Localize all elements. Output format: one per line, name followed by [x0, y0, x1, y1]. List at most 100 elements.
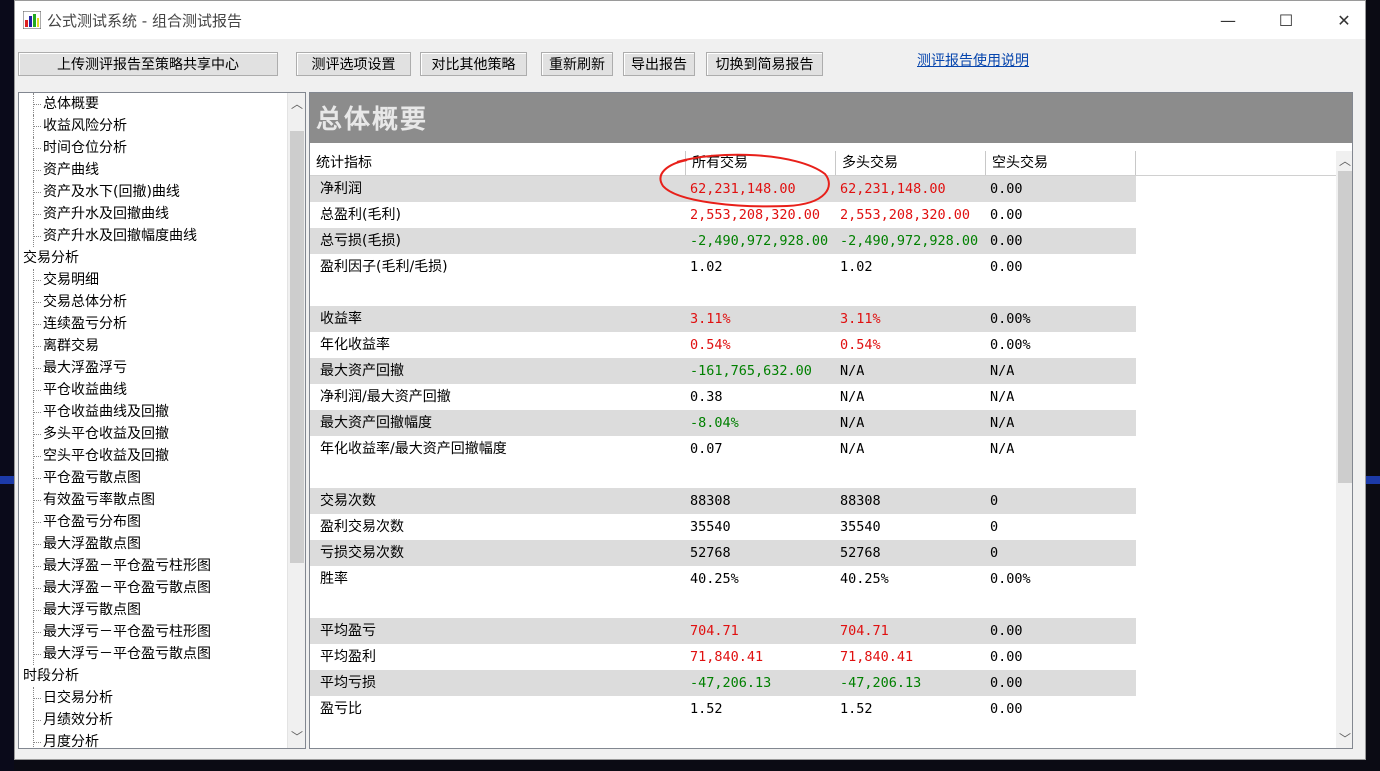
tree-item[interactable]: 资产及水下(回撤)曲线	[43, 181, 180, 203]
tree-connector	[33, 159, 34, 181]
desktop-background	[0, 0, 14, 771]
test-options-button[interactable]: 测评选项设置	[296, 52, 411, 76]
tree-item[interactable]: 离群交易	[43, 335, 99, 357]
scroll-down-icon[interactable]: ﹀	[288, 728, 305, 746]
all-trades-value: 1.02	[690, 259, 723, 275]
tree-connector	[33, 654, 41, 655]
tree-item[interactable]: 空头平仓收益及回撤	[43, 445, 169, 467]
table-row: 最大资产回撤幅度 -8.04% N/A N/A	[310, 410, 1136, 436]
tree-connector	[33, 500, 41, 501]
long-trades-value: 88308	[840, 493, 881, 509]
tree-item[interactable]: 交易分析	[23, 247, 79, 269]
short-trades-value: N/A	[990, 363, 1015, 379]
tree-connector	[33, 357, 34, 379]
table-row: 年化收益率 0.54% 0.54% 0.00%	[310, 332, 1136, 358]
switch-simple-report-button[interactable]: 切换到简易报告	[706, 52, 823, 76]
long-trades-value: N/A	[840, 415, 865, 431]
tree-item[interactable]: 月度分析	[43, 731, 99, 748]
tree-item[interactable]: 时段分析	[23, 665, 79, 687]
tree-item[interactable]: 交易总体分析	[43, 291, 127, 313]
tree-item[interactable]: 月绩效分析	[43, 709, 113, 731]
help-link[interactable]: 测评报告使用说明	[917, 50, 1029, 70]
tree-item[interactable]: 总体概要	[43, 93, 99, 115]
short-trades-value: 0.00	[990, 207, 1023, 223]
tree-connector	[33, 709, 34, 731]
tree-connector	[33, 269, 34, 291]
metric-label: 收益率	[320, 311, 362, 327]
tree-item[interactable]: 最大浮盈－平仓盈亏散点图	[43, 577, 211, 599]
tree-connector	[33, 423, 34, 445]
tree-scroll-thumb[interactable]	[290, 131, 304, 563]
tree-item[interactable]: 平仓收益曲线及回撤	[43, 401, 169, 423]
report-scrollbar[interactable]: ︿ ﹀	[1336, 151, 1352, 748]
tree-item[interactable]: 资产升水及回撤幅度曲线	[43, 225, 197, 247]
metric-label: 胜率	[320, 571, 348, 587]
tree-item[interactable]: 资产曲线	[43, 159, 99, 181]
tree-connector	[33, 324, 41, 325]
tree-scrollbar[interactable]: ︿ ﹀	[287, 93, 305, 748]
long-trades-value: N/A	[840, 441, 865, 457]
tree-item[interactable]: 多头平仓收益及回撤	[43, 423, 169, 445]
tree-item[interactable]: 最大浮亏散点图	[43, 599, 141, 621]
tree-item[interactable]: 最大浮盈－平仓盈亏柱形图	[43, 555, 211, 577]
refresh-button[interactable]: 重新刷新	[541, 52, 613, 76]
tree-item[interactable]: 收益风险分析	[43, 115, 127, 137]
tree-item[interactable]: 连续盈亏分析	[43, 313, 127, 335]
title-bar[interactable]: 公式测试系统 - 组合测试报告 — ☐ ✕	[15, 1, 1365, 39]
short-trades-value: 0.00	[990, 623, 1023, 639]
tree-connector	[33, 599, 34, 621]
upload-report-button[interactable]: 上传测评报告至策略共享中心	[18, 52, 278, 76]
tree-item[interactable]: 平仓盈亏分布图	[43, 511, 141, 533]
report-scroll-thumb[interactable]	[1338, 171, 1352, 483]
all-trades-value: 35540	[690, 519, 731, 535]
tree-connector	[33, 698, 41, 699]
tree-connector	[33, 489, 34, 511]
tree-item[interactable]: 有效盈亏率散点图	[43, 489, 155, 511]
table-row: 交易次数 88308 88308 0	[310, 488, 1136, 514]
tree-item[interactable]: 最大浮盈散点图	[43, 533, 141, 555]
all-trades-value: 0.38	[690, 389, 723, 405]
report-scroll-up-icon[interactable]: ︿	[1336, 152, 1352, 170]
header-short-trades[interactable]: 空头交易	[986, 151, 1136, 175]
tree-item[interactable]: 最大浮亏－平仓盈亏柱形图	[43, 621, 211, 643]
header-long-trades[interactable]: 多头交易	[836, 151, 986, 175]
table-row: 收益率 3.11% 3.11% 0.00%	[310, 306, 1136, 332]
short-trades-value: 0	[990, 545, 999, 561]
compare-strategies-button[interactable]: 对比其他策略	[420, 52, 527, 76]
tree-connector	[33, 467, 34, 489]
maximize-button[interactable]: ☐	[1263, 5, 1309, 35]
close-button[interactable]: ✕	[1321, 5, 1367, 35]
long-trades-value: N/A	[840, 363, 865, 379]
tree-item[interactable]: 时间仓位分析	[43, 137, 127, 159]
report-scroll-down-icon[interactable]: ﹀	[1336, 730, 1352, 748]
metric-label: 盈亏比	[320, 701, 362, 717]
tree-connector	[33, 742, 41, 743]
scroll-up-icon[interactable]: ︿	[288, 95, 305, 113]
tree-connector	[33, 643, 34, 665]
all-trades-value: 71,840.41	[690, 649, 764, 665]
metric-label: 年化收益率	[320, 337, 390, 353]
long-trades-value: 2,553,208,320.00	[840, 207, 971, 223]
long-trades-value: -2,490,972,928.00	[840, 233, 979, 249]
all-trades-value: 0.07	[690, 441, 723, 457]
all-trades-value: 0.54%	[690, 337, 731, 353]
minimize-button[interactable]: —	[1205, 5, 1251, 35]
tree-item[interactable]: 日交易分析	[43, 687, 113, 709]
tree-connector	[33, 621, 34, 643]
tree-item[interactable]: 资产升水及回撤曲线	[43, 203, 169, 225]
tree-item[interactable]: 最大浮亏－平仓盈亏散点图	[43, 643, 211, 665]
tree-connector	[33, 731, 34, 748]
tree-item[interactable]: 交易明细	[43, 269, 99, 291]
long-trades-value: 0.54%	[840, 337, 881, 353]
tree-item[interactable]: 平仓收益曲线	[43, 379, 127, 401]
table-row: 年化收益率/最大资产回撤幅度 0.07 N/A N/A	[310, 436, 1136, 462]
section-banner: 总体概要	[310, 93, 1352, 143]
tree-item[interactable]: 平仓盈亏散点图	[43, 467, 141, 489]
tree-connector	[33, 192, 41, 193]
export-report-button[interactable]: 导出报告	[623, 52, 695, 76]
header-metric[interactable]: 统计指标	[310, 151, 686, 175]
tree-item[interactable]: 最大浮盈浮亏	[43, 357, 127, 379]
all-trades-value: 704.71	[690, 623, 739, 639]
long-trades-value: 40.25%	[840, 571, 889, 587]
tree-connector	[33, 610, 41, 611]
